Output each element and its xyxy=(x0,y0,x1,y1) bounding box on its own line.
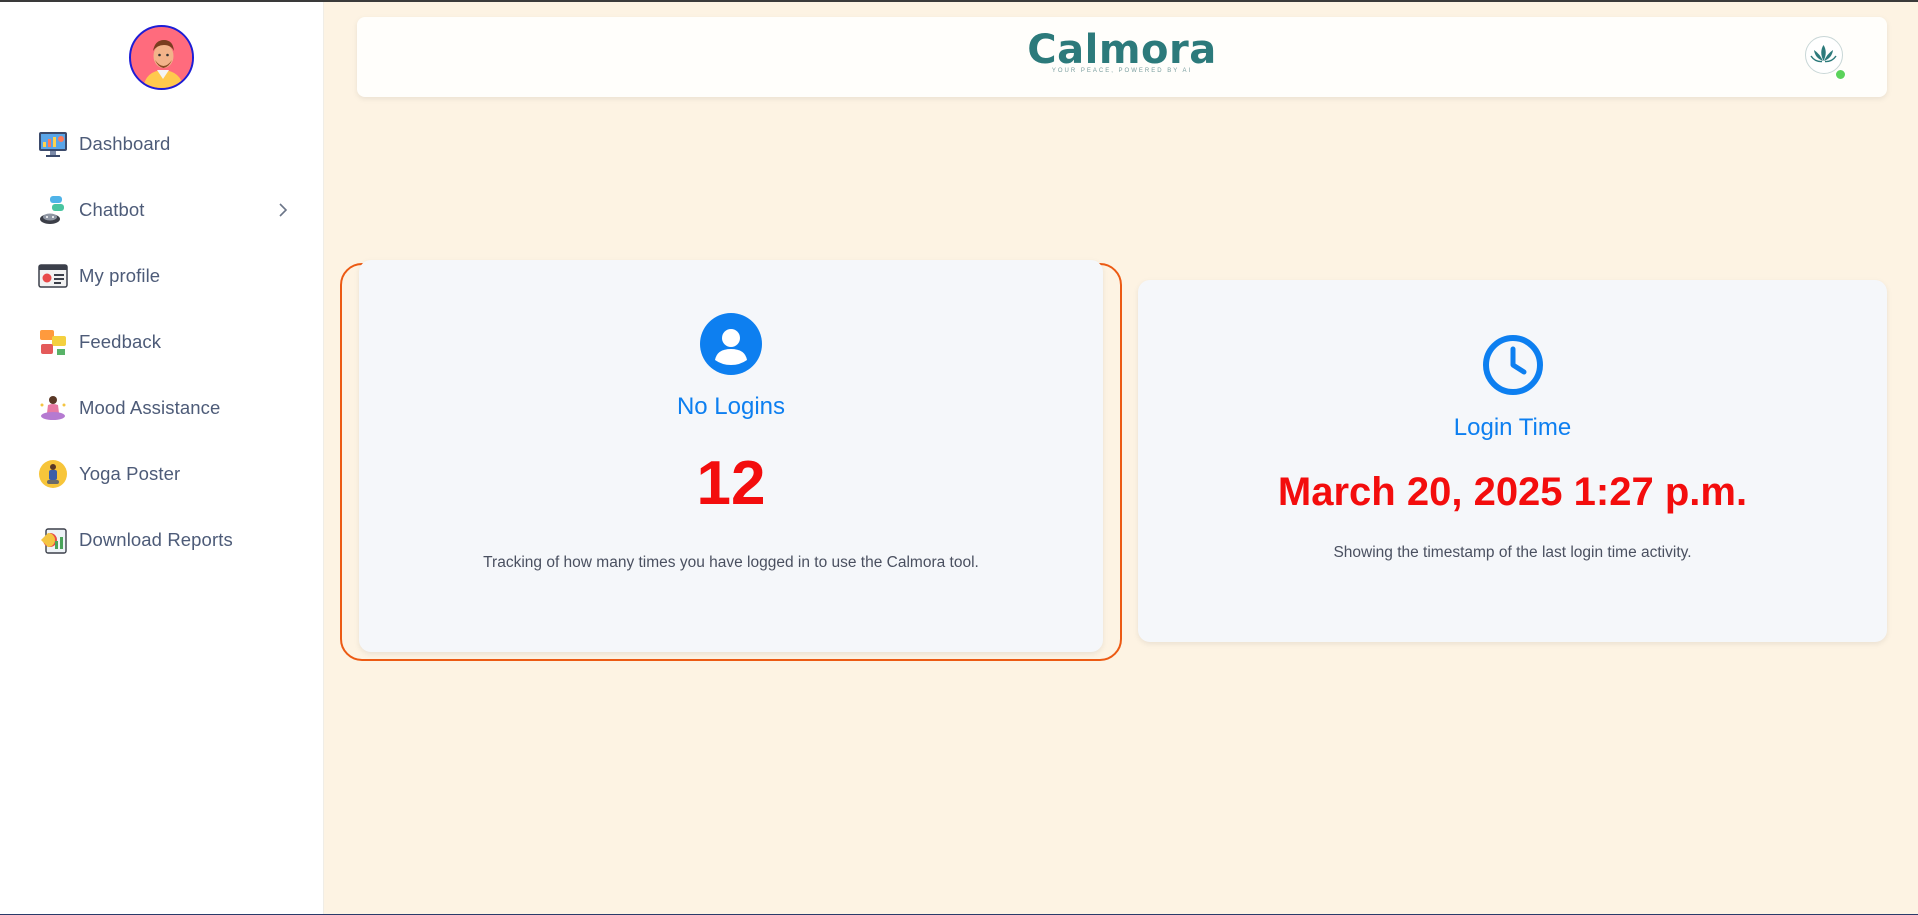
sidebar-item-feedback[interactable]: Feedback xyxy=(0,309,324,375)
sidebar-item-my-profile[interactable]: My profile xyxy=(0,243,324,309)
sidebar-item-label: Mood Assistance xyxy=(79,397,221,418)
reports-icon xyxy=(38,525,68,555)
meditation-icon xyxy=(38,393,68,423)
sidebar-item-download-reports[interactable]: Download Reports xyxy=(0,507,324,573)
chatbot-icon xyxy=(38,195,68,225)
sidebar-item-label: Download Reports xyxy=(79,529,233,550)
login-count-value: 12 xyxy=(696,449,766,518)
sidebar-item-yoga-poster[interactable]: Yoga Poster xyxy=(0,441,324,507)
logins-card[interactable]: No Logins 12 Tracking of how many times … xyxy=(359,260,1103,652)
sidebar-item-chatbot[interactable]: Chatbot xyxy=(0,177,324,243)
brand-tagline: YOUR PEACE, POWERED BY AI xyxy=(1051,68,1193,74)
card-title: Login Time xyxy=(1453,414,1572,441)
brand-logo[interactable]: Calmora xyxy=(357,27,1887,73)
login-time-card[interactable]: Login Time March 20, 2025 1:27 p.m. Show… xyxy=(1138,280,1887,642)
feedback-icon xyxy=(38,327,68,357)
sidebar: Dashboard Chatbot My profile Feedback Mo… xyxy=(0,2,324,915)
clock-icon xyxy=(1482,334,1544,396)
sidebar-item-dashboard[interactable]: Dashboard xyxy=(0,111,324,177)
last-login-time-value: March 20, 2025 1:27 p.m. xyxy=(1277,470,1748,514)
card-description: Tracking of how many times you have logg… xyxy=(483,554,979,571)
top-header: Calmora YOUR PEACE, POWERED BY AI xyxy=(357,17,1887,97)
card-title: No Logins xyxy=(676,393,786,420)
sidebar-item-label: Chatbot xyxy=(79,199,145,220)
user-avatar[interactable] xyxy=(129,25,194,90)
profile-icon xyxy=(38,261,68,291)
sidebar-nav: Dashboard Chatbot My profile Feedback Mo… xyxy=(0,111,324,573)
yoga-icon xyxy=(38,459,68,489)
sidebar-item-label: Yoga Poster xyxy=(79,463,181,484)
sidebar-item-label: My profile xyxy=(79,265,161,286)
online-status-indicator xyxy=(1835,69,1846,80)
dashboard-icon xyxy=(38,129,68,159)
sidebar-item-mood-assistance[interactable]: Mood Assistance xyxy=(0,375,324,441)
user-circle-icon xyxy=(700,313,762,375)
sidebar-item-label: Dashboard xyxy=(79,133,171,154)
chevron-right-icon[interactable] xyxy=(276,201,290,219)
lotus-icon[interactable] xyxy=(1805,36,1843,74)
card-description: Showing the timestamp of the last login … xyxy=(1333,544,1692,561)
sidebar-item-label: Feedback xyxy=(79,331,162,352)
